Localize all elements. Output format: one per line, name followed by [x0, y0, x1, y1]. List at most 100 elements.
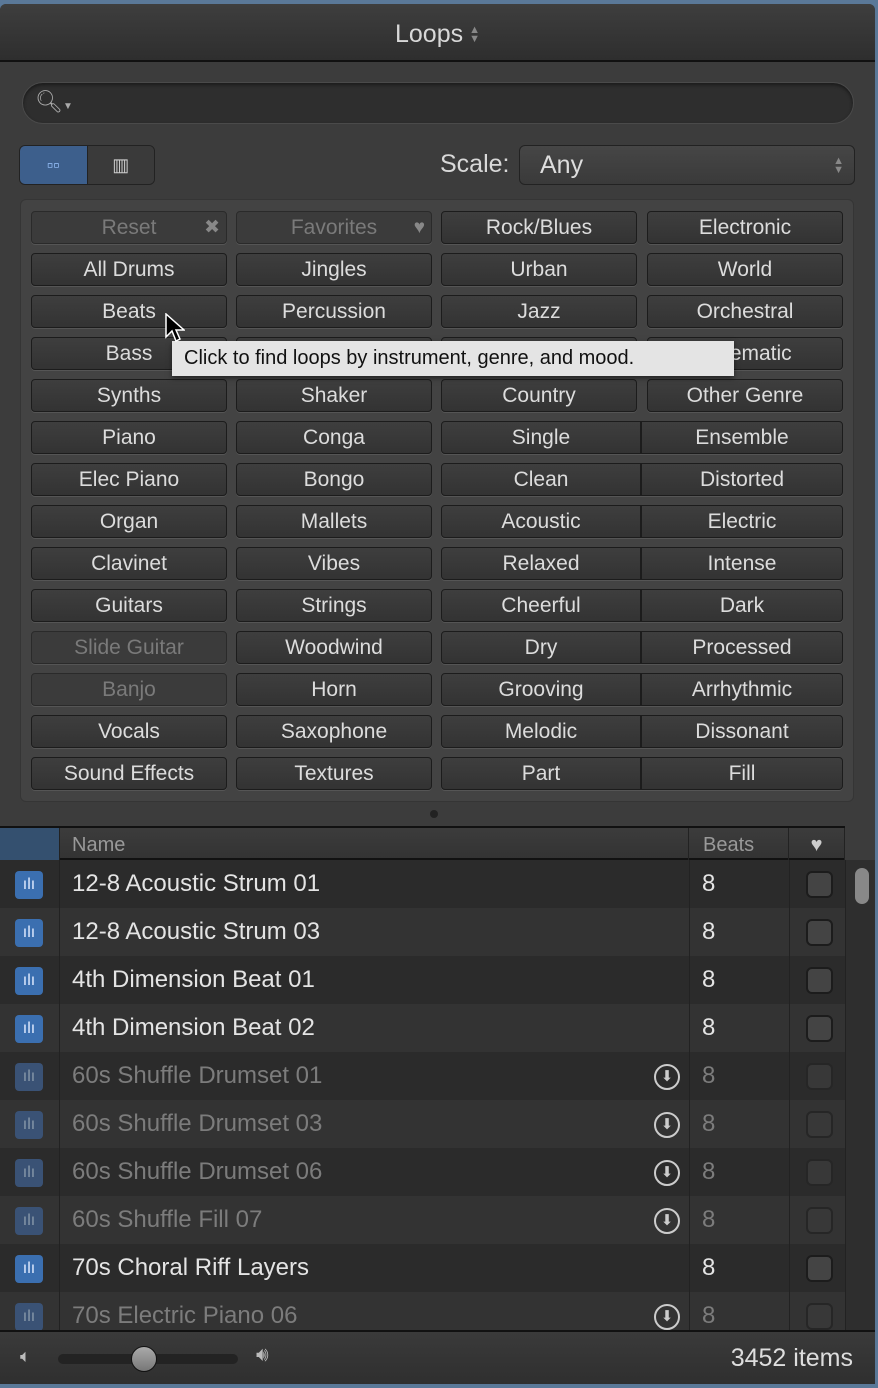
keyword-button-reset[interactable]: Reset ✖	[31, 211, 227, 244]
keyword-button-guitars[interactable]: Guitars	[31, 589, 227, 622]
keyword-button-relaxed[interactable]: Relaxed	[441, 547, 641, 580]
keyword-button-distorted[interactable]: Distorted	[641, 463, 843, 496]
download-icon[interactable]: ⬇	[654, 1304, 680, 1330]
keyword-button-elec-piano[interactable]: Elec Piano	[31, 463, 227, 496]
list-item[interactable]: ılı 12-8 Acoustic Strum 03 8	[0, 908, 845, 956]
keyword-button-jazz[interactable]: Jazz	[441, 295, 637, 328]
keyword-button-electric[interactable]: Electric	[641, 505, 843, 538]
title-bar[interactable]: Loops ▲ ▼	[0, 4, 875, 62]
favorite-checkbox[interactable]	[806, 1255, 833, 1282]
favorite-checkbox[interactable]	[806, 1111, 833, 1138]
keyword-button-shaker[interactable]: Shaker	[236, 379, 432, 412]
keyword-button-all-drums[interactable]: All Drums	[31, 253, 227, 286]
keyword-button-bongo[interactable]: Bongo	[236, 463, 432, 496]
keyword-button-vibes[interactable]: Vibes	[236, 547, 432, 580]
keyword-button-urban[interactable]: Urban	[441, 253, 637, 286]
keyword-button-clavinet[interactable]: Clavinet	[31, 547, 227, 580]
list-item[interactable]: ılı 60s Shuffle Drumset 06 ⬇ 8	[0, 1148, 845, 1196]
keyword-button-mallets[interactable]: Mallets	[236, 505, 432, 538]
keyword-button-orchestral[interactable]: Orchestral	[647, 295, 843, 328]
keyword-button-grooving[interactable]: Grooving	[441, 673, 641, 706]
favorite-checkbox[interactable]	[806, 967, 833, 994]
keyword-label: Bongo	[303, 468, 365, 491]
keyword-button-fill[interactable]: Fill	[641, 757, 843, 790]
keyword-button-slide-guitar[interactable]: Slide Guitar	[31, 631, 227, 664]
keyword-button-melodic[interactable]: Melodic	[441, 715, 641, 748]
keyword-button-acoustic[interactable]: Acoustic	[441, 505, 641, 538]
keyword-button-saxophone[interactable]: Saxophone	[236, 715, 432, 748]
button-view-icon[interactable]: ▫▫	[20, 146, 88, 184]
view-toggle[interactable]: ▫▫ ▥	[19, 145, 155, 185]
keyword-button-arrhythmic[interactable]: Arrhythmic	[641, 673, 843, 706]
keyword-button-single[interactable]: Single	[441, 421, 641, 454]
keyword-button-part[interactable]: Part	[441, 757, 641, 790]
keyword-button-electronic[interactable]: Electronic	[647, 211, 843, 244]
favorite-checkbox[interactable]	[806, 1063, 833, 1090]
download-icon[interactable]: ⬇	[654, 1112, 680, 1138]
keyword-button-clean[interactable]: Clean	[441, 463, 641, 496]
header-favorite-heart-icon[interactable]: ♥	[789, 828, 845, 860]
keyword-button-conga[interactable]: Conga	[236, 421, 432, 454]
favorite-checkbox[interactable]	[806, 1015, 833, 1042]
download-icon[interactable]: ⬇	[654, 1160, 680, 1186]
keyword-button-processed[interactable]: Processed	[641, 631, 843, 664]
keyword-button-beats[interactable]: Beats	[31, 295, 227, 328]
scale-select[interactable]: Any ▲ ▼	[519, 145, 855, 185]
favorite-checkbox[interactable]	[806, 871, 833, 898]
keyword-label: Synths	[96, 384, 162, 407]
list-item[interactable]: ılı 4th Dimension Beat 01 8	[0, 956, 845, 1004]
volume-slider-knob[interactable]	[131, 1346, 158, 1372]
list-item[interactable]: ılı 12-8 Acoustic Strum 01 8	[0, 860, 845, 908]
splitter-handle[interactable]	[430, 810, 438, 818]
keyword-button-intense[interactable]: Intense	[641, 547, 843, 580]
download-icon[interactable]: ⬇	[654, 1064, 680, 1090]
keyword-button-country[interactable]: Country	[441, 379, 637, 412]
keyword-button-cheerful[interactable]: Cheerful	[441, 589, 641, 622]
keyword-button-strings[interactable]: Strings	[236, 589, 432, 622]
keyword-button-banjo[interactable]: Banjo	[31, 673, 227, 706]
favorite-checkbox[interactable]	[806, 1303, 833, 1330]
list-item[interactable]: ılı 70s Electric Piano 06 ⬇ 8	[0, 1292, 845, 1330]
list-item[interactable]: ılı 60s Shuffle Fill 07 ⬇ 8	[0, 1196, 845, 1244]
list-item[interactable]: ılı 60s Shuffle Drumset 01 ⬇ 8	[0, 1052, 845, 1100]
list-item[interactable]: ılı 60s Shuffle Drumset 03 ⬇ 8	[0, 1100, 845, 1148]
keyword-button-ensemble[interactable]: Ensemble	[641, 421, 843, 454]
keyword-button-rock-blues[interactable]: Rock/Blues	[441, 211, 637, 244]
header-name[interactable]: Name	[60, 828, 689, 860]
search-icon[interactable]: 🔍︎▼	[35, 89, 73, 115]
scrollbar-thumb[interactable]	[855, 868, 869, 904]
download-icon[interactable]: ⬇	[654, 1208, 680, 1234]
favorite-checkbox[interactable]	[806, 919, 833, 946]
column-view-icon[interactable]: ▥	[87, 146, 154, 184]
keyword-button-dark[interactable]: Dark	[641, 589, 843, 622]
volume-slider[interactable]	[58, 1346, 238, 1372]
loop-name: 70s Choral Riff Layers	[72, 1254, 309, 1281]
keyword-button-dissonant[interactable]: Dissonant	[641, 715, 843, 748]
keyword-button-dry[interactable]: Dry	[441, 631, 641, 664]
keyword-button-jingles[interactable]: Jingles	[236, 253, 432, 286]
keyword-button-percussion[interactable]: Percussion	[236, 295, 432, 328]
list-item[interactable]: ılı 70s Choral Riff Layers 8	[0, 1244, 845, 1292]
favorite-checkbox[interactable]	[806, 1207, 833, 1234]
keyword-button-textures[interactable]: Textures	[236, 757, 432, 790]
keyword-button-other-genre[interactable]: Other Genre	[647, 379, 843, 412]
keyword-button-piano[interactable]: Piano	[31, 421, 227, 454]
search-input[interactable]: 🔍︎▼	[22, 82, 854, 124]
keyword-label: Clean	[513, 468, 569, 491]
keyword-button-sound-effects[interactable]: Sound Effects	[31, 757, 227, 790]
keyword-button-favorites[interactable]: Favorites ♥	[236, 211, 432, 244]
keyword-button-organ[interactable]: Organ	[31, 505, 227, 538]
keyword-label: Dissonant	[695, 720, 789, 743]
keyword-button-vocals[interactable]: Vocals	[31, 715, 227, 748]
up-down-arrows-icon[interactable]: ▲ ▼	[469, 25, 480, 45]
keyword-label: Single	[511, 426, 571, 449]
keyword-button-world[interactable]: World	[647, 253, 843, 286]
favorite-checkbox[interactable]	[806, 1159, 833, 1186]
scrollbar[interactable]	[845, 860, 875, 1330]
header-beats[interactable]: Beats	[689, 828, 789, 860]
list-item[interactable]: ılı 4th Dimension Beat 02 8	[0, 1004, 845, 1052]
keyword-button-synths[interactable]: Synths	[31, 379, 227, 412]
keyword-button-woodwind[interactable]: Woodwind	[236, 631, 432, 664]
header-icon-column[interactable]	[0, 828, 60, 860]
keyword-button-horn[interactable]: Horn	[236, 673, 432, 706]
